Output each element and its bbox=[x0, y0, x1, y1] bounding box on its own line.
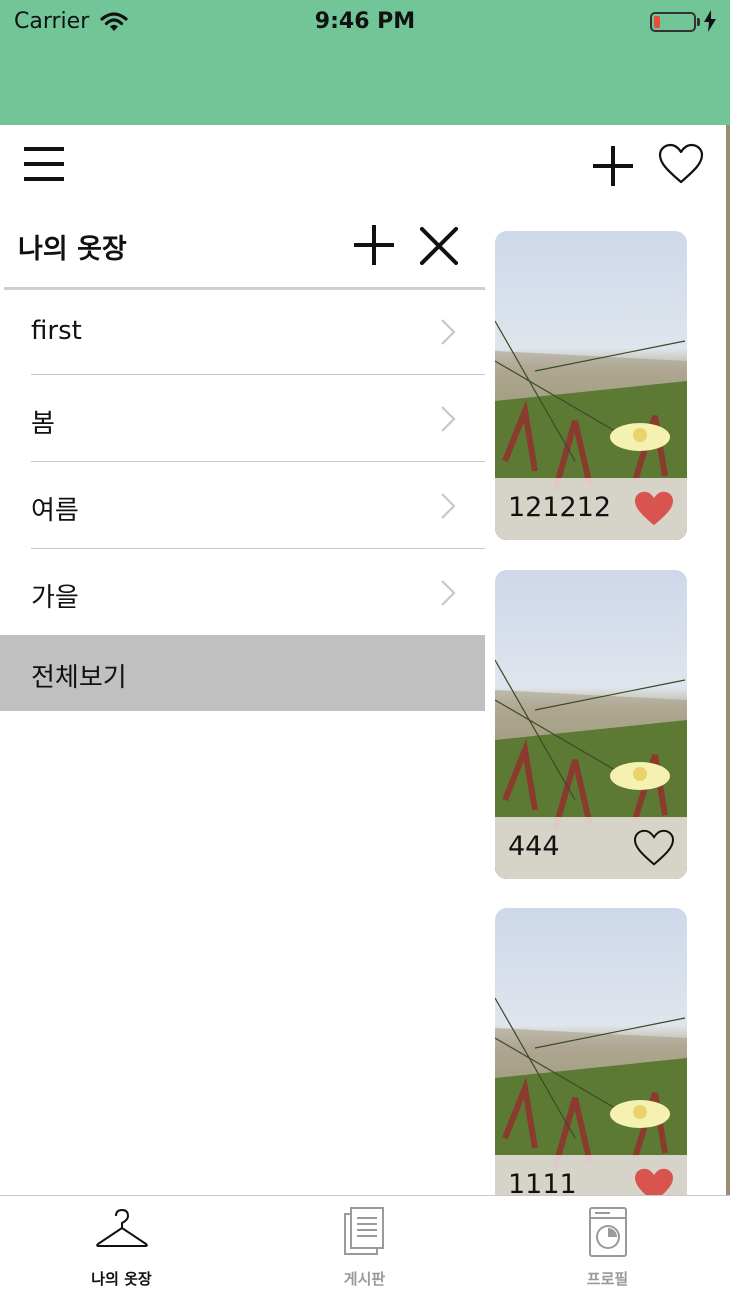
tab-label: 게시판 bbox=[343, 1270, 386, 1288]
chevron-right-icon bbox=[441, 319, 456, 345]
menu-item-summer[interactable]: 여름 bbox=[0, 462, 485, 549]
battery-icon bbox=[650, 12, 696, 32]
card-label: 1111 bbox=[508, 1169, 577, 1195]
navigation-bar bbox=[0, 125, 730, 205]
tab-label: 프로필 bbox=[586, 1270, 629, 1288]
chevron-right-icon bbox=[441, 580, 456, 606]
chevron-right-icon bbox=[441, 406, 456, 432]
tab-bar: 나의 옷장 게시판 프로필 bbox=[0, 1195, 730, 1294]
charging-bolt-icon bbox=[704, 10, 716, 32]
drawer-title: 나의 옷장 bbox=[18, 234, 127, 265]
card-footer: 121212 bbox=[495, 478, 687, 540]
card-label: 444 bbox=[508, 831, 560, 862]
clothing-card[interactable]: 121212 bbox=[495, 231, 687, 540]
status-time: 9:46 PM bbox=[314, 9, 416, 34]
battery-tip bbox=[697, 18, 700, 26]
close-icon[interactable] bbox=[420, 227, 458, 265]
washing-machine-icon bbox=[588, 1207, 627, 1257]
background-edge bbox=[726, 125, 730, 1294]
menu-item-autumn[interactable]: 가을 bbox=[0, 549, 485, 636]
side-drawer: 나의 옷장 first 봄 여름 가을 전체보기 bbox=[0, 205, 485, 1195]
heart-filled-icon[interactable] bbox=[633, 490, 675, 528]
card-footer: 444 bbox=[495, 817, 687, 879]
tab-label: 나의 옷장 bbox=[91, 1270, 152, 1288]
card-label: 121212 bbox=[508, 492, 612, 523]
card-footer: 1111 bbox=[495, 1155, 687, 1195]
menu-item-first[interactable]: first bbox=[0, 288, 485, 375]
heart-filled-icon[interactable] bbox=[633, 1167, 675, 1195]
heart-outline-icon[interactable] bbox=[658, 143, 704, 185]
menu-item-spring[interactable]: 봄 bbox=[0, 375, 485, 462]
heart-outline-icon[interactable] bbox=[633, 829, 675, 867]
clothing-card[interactable]: 444 bbox=[495, 570, 687, 879]
status-bar: Carrier 9:46 PM bbox=[0, 0, 730, 125]
card-photo bbox=[495, 908, 687, 1195]
plus-icon[interactable] bbox=[592, 145, 634, 187]
add-category-icon[interactable] bbox=[354, 225, 394, 265]
menu-item-label: 여름 bbox=[31, 496, 79, 526]
menu-item-view-all[interactable]: 전체보기 bbox=[0, 635, 485, 711]
hanger-icon bbox=[95, 1208, 148, 1247]
menu-item-label: 가을 bbox=[31, 583, 79, 613]
menu-item-label: 봄 bbox=[31, 409, 55, 439]
chevron-right-icon bbox=[441, 493, 456, 519]
tab-profile[interactable]: 프로필 bbox=[486, 1196, 729, 1294]
clothing-card[interactable]: 1111 bbox=[495, 908, 687, 1195]
menu-item-label: 전체보기 bbox=[31, 663, 127, 693]
document-icon bbox=[343, 1207, 384, 1255]
menu-item-label: first bbox=[31, 316, 82, 346]
hamburger-menu-icon[interactable] bbox=[24, 147, 66, 181]
tab-board[interactable]: 게시판 bbox=[243, 1196, 486, 1294]
tab-my-closet[interactable]: 나의 옷장 bbox=[0, 1196, 243, 1294]
